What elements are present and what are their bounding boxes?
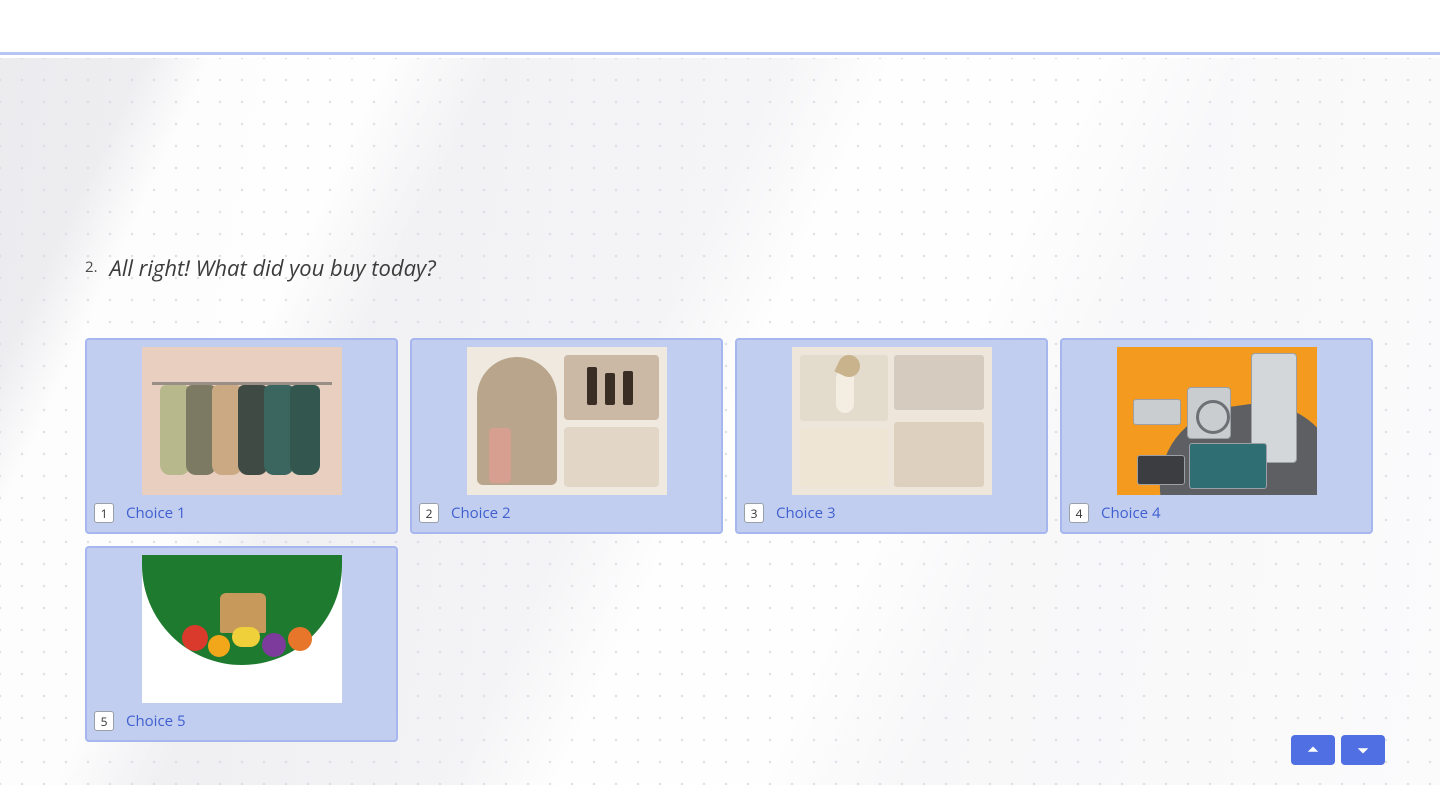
top-bar — [0, 0, 1440, 55]
choice-label: Choice 3 — [776, 503, 836, 523]
choice-card-4[interactable]: 4 Choice 4 — [1060, 338, 1373, 534]
question-text: All right! What did you buy today? — [110, 253, 436, 283]
choice-card-1[interactable]: 1 Choice 1 — [85, 338, 398, 534]
choice-number-badge: 1 — [94, 503, 114, 523]
chevron-up-icon — [1306, 743, 1320, 757]
bottom-bar — [0, 785, 1440, 810]
choice-label: Choice 4 — [1101, 503, 1161, 523]
choice-image — [1069, 347, 1364, 495]
choice-number-badge: 3 — [744, 503, 764, 523]
choice-footer: 2 Choice 2 — [419, 501, 714, 525]
choice-card-3[interactable]: 3 Choice 3 — [735, 338, 1048, 534]
choice-footer: 3 Choice 3 — [744, 501, 1039, 525]
choice-number-badge: 4 — [1069, 503, 1089, 523]
question-number: 2. — [85, 253, 98, 277]
next-question-button[interactable] — [1341, 735, 1385, 765]
home-decor-icon — [792, 347, 992, 495]
appliances-icon — [1117, 347, 1317, 495]
clothing-rack-icon — [142, 347, 342, 495]
choice-footer: 5 Choice 5 — [94, 709, 389, 733]
choice-card-5[interactable]: 5 Choice 5 — [85, 546, 398, 742]
chevron-down-icon — [1356, 743, 1370, 757]
choice-image — [94, 555, 389, 703]
choice-label: Choice 1 — [126, 503, 186, 523]
question-nav — [1291, 735, 1385, 765]
choice-image — [94, 347, 389, 495]
choice-number-badge: 2 — [419, 503, 439, 523]
choice-image — [744, 347, 1039, 495]
choice-image — [419, 347, 714, 495]
choice-grid: 1 Choice 1 2 Choice 2 — [85, 338, 1385, 742]
choice-label: Choice 5 — [126, 711, 186, 731]
choice-number-badge: 5 — [94, 711, 114, 731]
choice-footer: 1 Choice 1 — [94, 501, 389, 525]
choice-label: Choice 2 — [451, 503, 511, 523]
prev-question-button[interactable] — [1291, 735, 1335, 765]
question-row: 2. All right! What did you buy today? — [85, 253, 1385, 283]
choice-card-2[interactable]: 2 Choice 2 — [410, 338, 723, 534]
cosmetics-icon — [467, 347, 667, 495]
choice-footer: 4 Choice 4 — [1069, 501, 1364, 525]
survey-content: 2. All right! What did you buy today? 1 … — [0, 58, 1440, 785]
groceries-icon — [142, 555, 342, 703]
